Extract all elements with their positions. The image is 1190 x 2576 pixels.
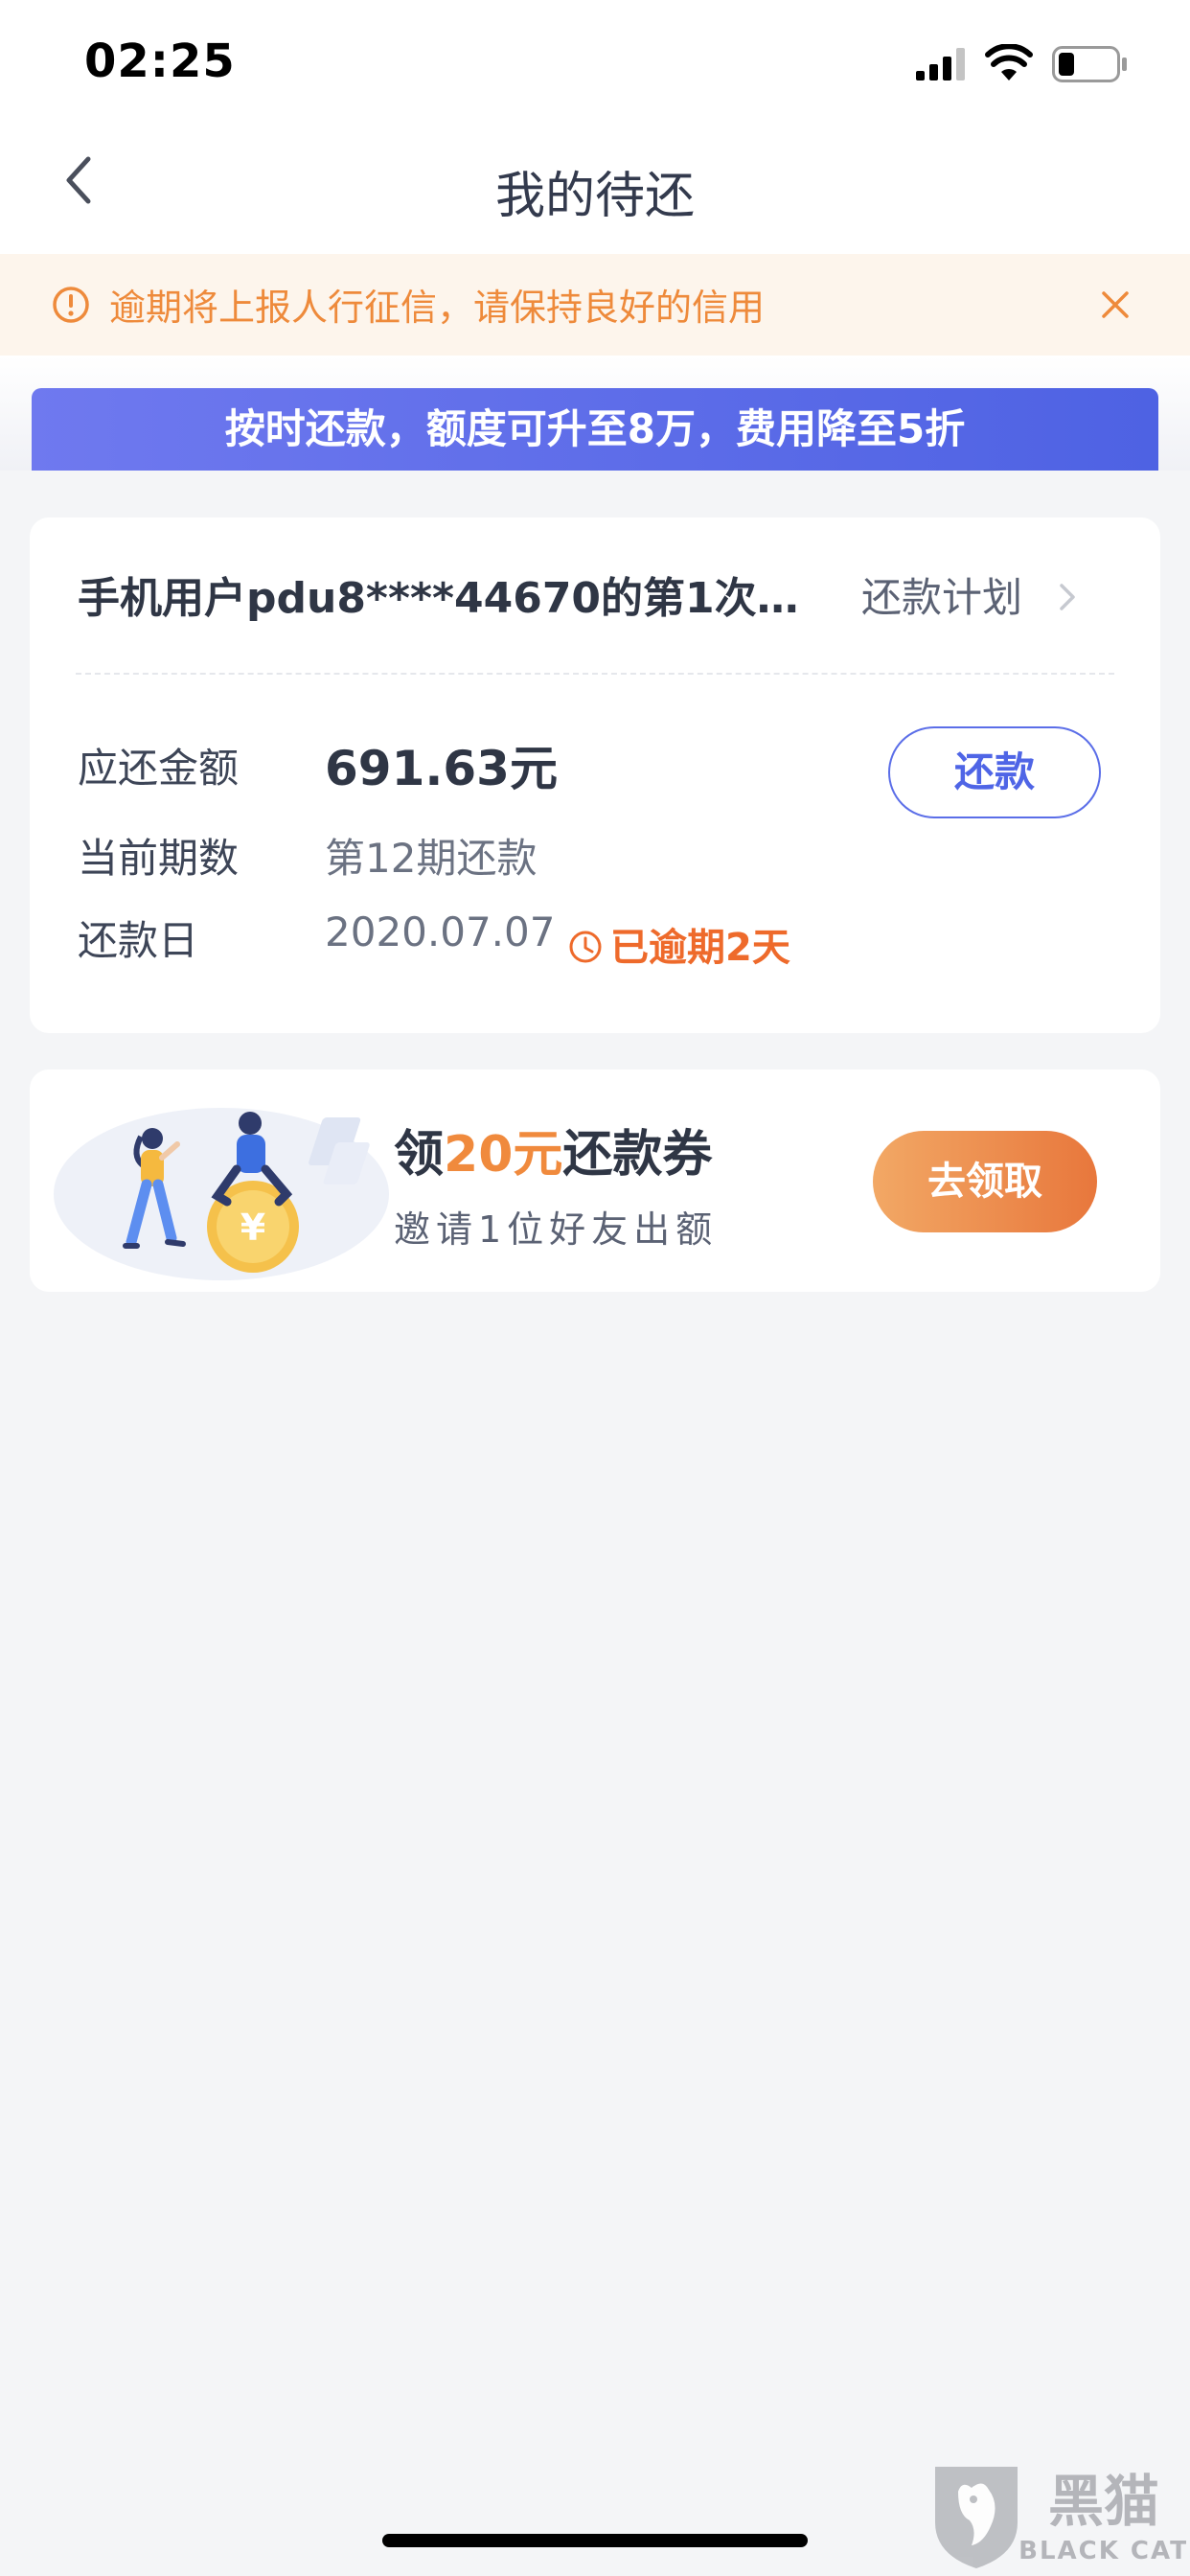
friends-coin-illustration: ¥	[54, 1108, 389, 1280]
amount-label: 应还金额	[78, 745, 240, 792]
bill-title[interactable]: 手机用户pdu8****44670的第1次…	[78, 564, 844, 625]
chevron-right-icon[interactable]	[1057, 581, 1078, 613]
due-date-value: 2020.07.07	[325, 908, 556, 955]
coupon-subtitle: 邀请1位好友出额	[394, 1208, 719, 1251]
repayment-plan-link[interactable]: 还款计划	[861, 565, 1022, 624]
status-time: 02:25	[84, 34, 236, 88]
period-value: 第12期还款	[325, 835, 538, 882]
svg-text:¥: ¥	[240, 1207, 265, 1249]
wifi-icon	[985, 44, 1033, 80]
coupon-title-suffix: 还款券	[562, 1126, 713, 1184]
page-title: 我的待还	[494, 168, 695, 225]
close-icon[interactable]	[1098, 288, 1133, 322]
coupon-card[interactable]: ¥ 领20元还款券 邀请1位好友出额 去领取	[30, 1070, 1160, 1292]
cellular-signal-icon	[916, 48, 965, 80]
watermark-cn-text: 黑猫	[1048, 2469, 1159, 2534]
overdue-status: 已逾期2天	[568, 916, 790, 972]
watermark-en-text: BLACK CAT	[1018, 2537, 1186, 2565]
overdue-warning-bar: 逾期将上报人行征信，请保持良好的信用	[0, 254, 1190, 356]
amount-value: 691.63元	[325, 741, 558, 796]
black-cat-watermark-logo: 黑猫 BLACK CAT	[935, 2467, 1186, 2568]
period-label: 当前期数	[78, 835, 240, 882]
repay-button[interactable]: 还款	[888, 726, 1101, 818]
clock-icon	[569, 931, 602, 963]
coupon-title-prefix: 领	[394, 1126, 445, 1184]
exclamation-circle-icon	[53, 287, 89, 323]
promo-banner-area: 按时还款，额度可升至8万，费用降至5折	[0, 356, 1190, 471]
claim-coupon-button[interactable]: 去领取	[873, 1131, 1097, 1232]
coupon-title: 领20元还款券	[394, 1114, 712, 1185]
warning-text: 逾期将上报人行征信，请保持良好的信用	[109, 287, 766, 329]
divider	[76, 673, 1114, 675]
promo-banner[interactable]: 按时还款，额度可升至8万，费用降至5折	[32, 388, 1158, 471]
due-date-label: 还款日	[78, 917, 199, 964]
bill-card: 手机用户pdu8****44670的第1次… 还款计划 应还金额 691.63元…	[30, 518, 1160, 1033]
home-indicator[interactable]	[382, 2534, 808, 2547]
battery-icon	[1052, 46, 1127, 82]
coupon-amount: 20元	[444, 1126, 563, 1184]
overdue-text: 已逾期2天	[610, 926, 790, 970]
